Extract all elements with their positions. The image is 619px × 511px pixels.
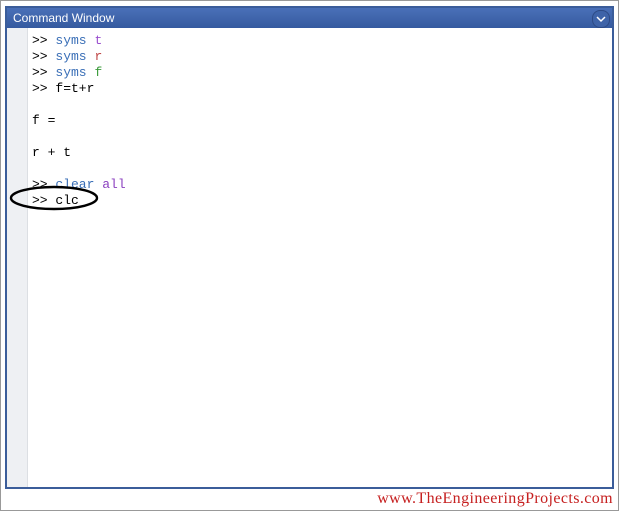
- code-line: f =: [32, 113, 612, 129]
- outer-frame: Command Window >> syms t>> syms r>> syms…: [0, 0, 619, 511]
- code-line: >> clc: [32, 193, 612, 209]
- body-area: >> syms t>> syms r>> syms f>> f=t+r f = …: [7, 28, 612, 487]
- code-line: r + t: [32, 145, 612, 161]
- code-line: >> syms t: [32, 33, 612, 49]
- code-line: >> syms f: [32, 65, 612, 81]
- command-input-area[interactable]: >> syms t>> syms r>> syms f>> f=t+r f = …: [28, 28, 612, 487]
- code-line: >> f=t+r: [32, 81, 612, 97]
- code-line: [32, 161, 612, 177]
- watermark: www.TheEngineeringProjects.com: [377, 490, 613, 508]
- code-line: >> clear all: [32, 177, 612, 193]
- code-line: >> syms r: [32, 49, 612, 65]
- window-title: Command Window: [13, 11, 114, 25]
- code-line: [32, 129, 612, 145]
- chevron-down-icon: [596, 14, 606, 24]
- code-line: [32, 97, 612, 113]
- window-menu-button[interactable]: [592, 10, 610, 28]
- command-window: Command Window >> syms t>> syms r>> syms…: [5, 6, 614, 489]
- gutter: [7, 28, 28, 487]
- titlebar: Command Window: [7, 8, 612, 28]
